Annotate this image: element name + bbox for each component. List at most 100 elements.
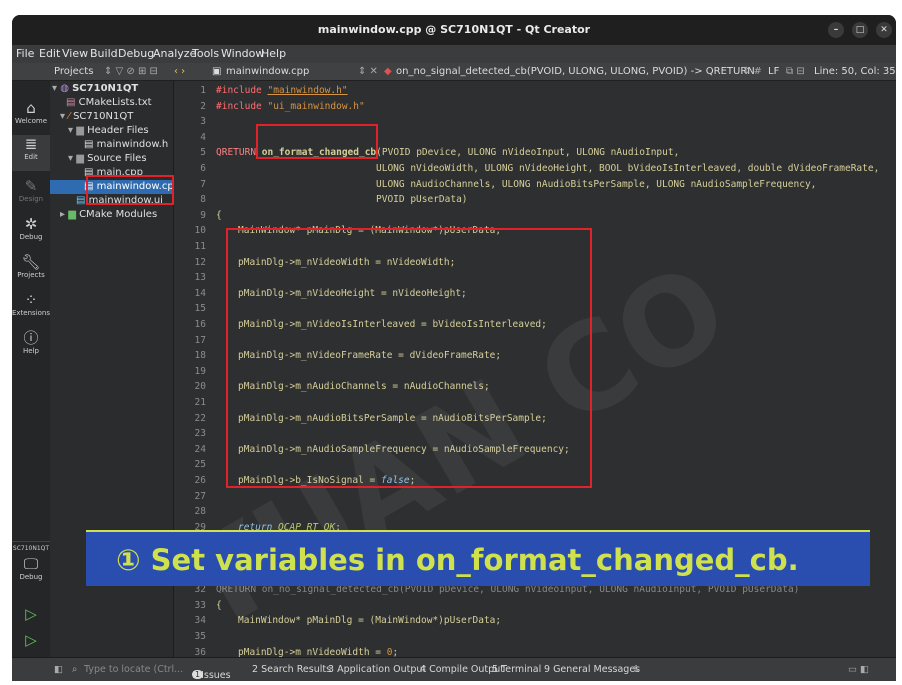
mode-label: Welcome <box>14 117 48 125</box>
mode-label: Design <box>18 195 44 203</box>
function-icon: ◆ <box>384 66 392 77</box>
menu-help[interactable]: Help <box>261 47 286 60</box>
menu-window[interactable]: Window <box>221 47 264 60</box>
menu-tools[interactable]: Tools <box>192 47 219 60</box>
folder-icon: ▆ <box>76 125 88 136</box>
maximize-icon[interactable]: □ <box>852 22 868 38</box>
menu-analyze[interactable]: Analyze <box>153 47 196 60</box>
wrench-icon: 🔧︎ <box>21 253 41 271</box>
cursor-position[interactable]: Line: 50, Col: 35 <box>814 66 896 77</box>
mode-design[interactable]: ✎ Design <box>12 177 50 213</box>
mode-edit[interactable]: ≣ Edit <box>12 135 50 171</box>
mode-extensions[interactable]: ⁘ Extensions <box>12 291 50 327</box>
menu-build[interactable]: Build <box>90 47 118 60</box>
line-number: 33 <box>194 599 206 611</box>
home-icon: ⌂ <box>26 99 36 117</box>
line-endings[interactable]: LF <box>768 66 779 77</box>
edit-icon: ≣ <box>24 135 38 153</box>
minimize-icon[interactable]: – <box>828 22 844 38</box>
tree-item[interactable]: ▾ ▆ Source Files <box>68 152 147 166</box>
line-number: 13 <box>194 272 206 284</box>
tab-general-messages[interactable]: 9 General Messages <box>544 664 640 675</box>
line-number: 16 <box>194 319 206 330</box>
kit-selector[interactable]: 🖵︎ Debug <box>12 555 50 591</box>
kit-divider <box>12 541 50 542</box>
function-selector[interactable]: on_no_signal_detected_cb(PVOID, ULONG, U… <box>396 66 755 77</box>
sidebar-tool-icons[interactable]: ⇕ ▽ ⊘ ⊞ ⊟ <box>104 66 158 77</box>
extensions-icon: ⁘ <box>24 291 38 309</box>
mode-help[interactable]: ⓘ Help <box>12 329 50 365</box>
line-number: 28 <box>194 506 206 518</box>
tab-application-output[interactable]: 3 Application Output <box>328 664 426 675</box>
tree-label: SC710N1QT <box>73 111 134 122</box>
tree-item[interactable]: ▾ ▆ Header Files <box>68 124 149 138</box>
tree-item[interactable]: ▾ ◍ SC710N1QT <box>52 82 138 96</box>
instruction-banner: ① Set variables in on_format_changed_cb. <box>86 530 870 586</box>
mode-debug[interactable]: ✲ Debug <box>12 215 50 251</box>
tab-terminal[interactable]: 5 Terminal <box>492 664 541 675</box>
editor-toolbar: Projects ⇕ ▽ ⊘ ⊞ ⊟ ‹ › ▣ mainwindow.cpp … <box>12 63 896 81</box>
tree-item[interactable]: ▤ mainwindow.h <box>84 138 168 152</box>
code-line-36: pMainDlg->m_nVideoWidth = 0; <box>238 646 399 657</box>
tree-label: Source Files <box>87 153 147 164</box>
design-icon: ✎ <box>24 177 38 195</box>
tab-mainwindow-cpp[interactable]: mainwindow.cpp <box>226 66 309 77</box>
tab-search-results[interactable]: 2 Search Results <box>252 664 331 675</box>
mode-label: Edit <box>24 153 38 161</box>
code-line-7: PVOID pUserData) <box>376 194 468 206</box>
monitor-icon: 🖵︎ <box>23 555 39 573</box>
line-number: 27 <box>194 490 206 502</box>
back-forward-icon[interactable]: ‹ › <box>174 66 185 77</box>
line-number: 11 <box>194 241 206 252</box>
progress-icon[interactable]: ▭ ◧ <box>848 664 869 675</box>
tree-label: mainwindow.h <box>96 139 169 150</box>
chevron-icon[interactable]: ⇕ ✕ <box>358 66 378 77</box>
menu-edit[interactable]: Edit <box>39 47 60 60</box>
line-number: 15 <box>194 303 206 315</box>
menu-debug[interactable]: Debug <box>118 47 154 60</box>
menu-view[interactable]: View <box>62 47 88 60</box>
line-number: 1 <box>200 85 206 96</box>
mode-projects[interactable]: 🔧︎ Projects <box>12 253 50 289</box>
close-icon[interactable]: ✕ <box>876 22 892 38</box>
status-bar: ◧ ⌕ Type to locate (Ctrl... 1 Issues 1 2… <box>12 657 896 681</box>
mode-welcome[interactable]: ⌂ Welcome <box>12 99 50 135</box>
menu-file[interactable]: File <box>16 47 34 60</box>
menu-bar: File Edit View Build Debug Analyze Tools… <box>12 45 896 63</box>
tree-item[interactable]: ▸ ▆ CMake Modules <box>60 208 157 222</box>
line-number: 24 <box>194 443 206 455</box>
locator-input[interactable]: Type to locate (Ctrl... <box>84 664 183 675</box>
line-number: 6 <box>200 163 206 174</box>
split-icons[interactable]: ⧉ ⊟ <box>786 66 805 77</box>
mode-label: Help <box>23 347 39 355</box>
line-number: 20 <box>194 381 206 393</box>
code-line-2: #include "ui_mainwindow.h" <box>216 100 365 112</box>
run-icon: ▷ <box>25 605 37 623</box>
debug-icon: ✲ <box>24 215 38 233</box>
line-number: 9 <box>200 209 206 221</box>
help-icon: ⓘ <box>23 329 39 347</box>
chevron-down-icon: ▾ <box>68 153 77 164</box>
more-tabs-icon[interactable]: ⇕ <box>632 664 640 675</box>
line-number: 10 <box>194 225 206 237</box>
line-number: 17 <box>194 334 206 346</box>
highlight-function-name <box>256 124 378 159</box>
issues-badge: 1 <box>192 670 204 679</box>
line-number: 7 <box>200 178 206 190</box>
tree-item[interactable]: ▾ ⁄ SC710N1QT <box>60 110 133 124</box>
toggle-sidebar-icon[interactable]: ◧ <box>54 664 63 675</box>
tree-label: SC710N1QT <box>72 83 139 94</box>
project-icon: ◍ <box>60 83 73 94</box>
projects-selector[interactable]: Projects <box>54 66 93 77</box>
search-icon: ⌕ <box>72 664 78 675</box>
symbol-hash-icon[interactable]: ⇕ # <box>742 66 762 77</box>
chevron-right-icon: ▸ <box>60 209 69 220</box>
tree-item[interactable]: ▤ CMakeLists.txt <box>66 96 152 110</box>
code-line-1: #include "mainwindow.h" <box>216 85 348 96</box>
line-number: 34 <box>194 615 206 627</box>
chevron-down-icon: ▾ <box>60 111 69 122</box>
line-number: 22 <box>194 412 206 424</box>
tree-label: CMake Modules <box>79 209 158 220</box>
chevron-down-icon: ▾ <box>52 83 61 94</box>
line-number: 25 <box>194 459 206 471</box>
